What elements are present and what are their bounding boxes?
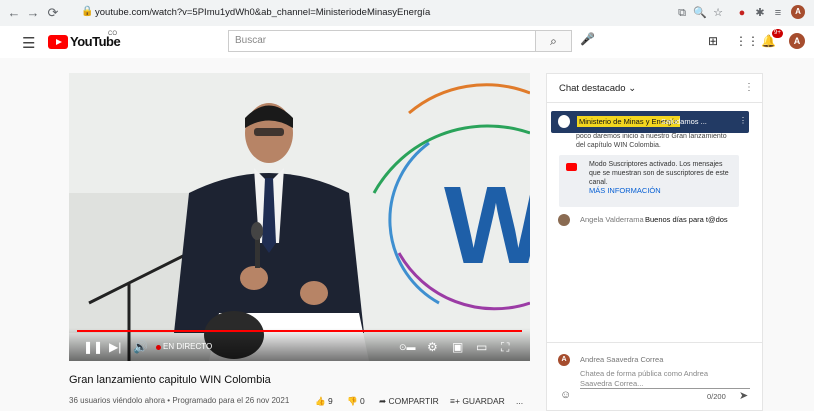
video-title: Gran lanzamiento capitulo WIN Colombia [69,374,271,386]
next-icon[interactable]: ▶| [109,340,121,354]
pinned-message-continuation: poco daremos inicio a nuestro Gran lanza… [576,133,727,149]
pause-icon[interactable]: ❚❚ [83,340,103,354]
notification-count-badge: 9+ [772,29,783,38]
divider [547,342,762,343]
video-player[interactable]: W ❚❚ ▶| 🔊 EN DIRECTO ⊙▬ ⚙ ▣ ▭ ⛶ [69,73,530,361]
avatar [558,214,570,226]
zoom-icon[interactable]: 🔍 [693,5,707,21]
extension-icon[interactable]: ● [735,5,749,21]
char-count: 0/200 [707,392,726,401]
search-placeholder: Buscar [235,35,267,46]
country-code: CO [108,31,117,37]
like-count: 9 [327,396,333,406]
dislike-count: 0 [359,396,365,406]
lock-icon: 🔒 [81,6,94,17]
live-chat-panel: Chat destacado ⌄ ⋮ poco daremos inicio a… [546,73,763,411]
apps-grid-icon[interactable]: ⋮⋮ [735,34,759,48]
chat-mode-dropdown[interactable]: Chat destacado ⌄ [559,83,636,94]
address-bar[interactable]: 🔒 youtube.com/watch?v=5PImu1ydWh0&ab_cha… [75,3,655,23]
dislike-button[interactable]: 👎 0 [347,396,365,407]
youtube-play-logo-icon [48,35,68,49]
progress-bar[interactable] [77,330,522,332]
volume-icon[interactable]: 🔊 [133,340,148,354]
reading-list-icon[interactable]: ≡ [771,5,785,21]
miniplayer-icon[interactable]: ▣ [452,340,463,354]
create-video-icon[interactable]: ⊞ [708,34,718,48]
live-label[interactable]: EN DIRECTO [163,342,212,351]
fullscreen-icon[interactable]: ⛶ [501,340,509,355]
youtube-logo[interactable]: YouTube CO [48,31,138,50]
browser-toolbar: ← → ⟳ 🔒 youtube.com/watch?v=5PImu1ydWh0&… [0,0,814,27]
chevron-down-icon: ⌄ [628,83,637,94]
settings-gear-icon[interactable]: ⚙ [427,340,438,354]
forward-icon[interactable]: → [26,5,40,21]
live-dot-icon [156,345,161,350]
search-input[interactable]: Buscar [228,30,536,52]
install-app-icon[interactable]: ⧉ [675,5,689,21]
microphone-icon[interactable]: 🎤 [580,32,595,46]
thumbs-down-icon: 👎 [347,396,358,406]
pinned-menu-icon[interactable]: ⋮ [739,116,747,125]
reload-icon[interactable]: ⟳ [46,5,60,21]
subscriber-mode-text: Modo Suscriptores activado. Los mensajes… [589,161,729,186]
chat-more-options-icon[interactable]: ⋮ [744,82,754,93]
back-icon[interactable]: ← [7,5,21,21]
youtube-header: ☰ YouTube CO Buscar ⌕ 🎤 ⊞ ⋮⋮ 🔔 9+ A [0,26,814,58]
playlist-add-icon: ≡+ [450,396,460,406]
video-frame: W [69,73,530,361]
subscriber-mode-notice: Modo Suscriptores activado. Los mensajes… [559,155,739,207]
pinned-text: Saludamos ... [661,117,707,126]
like-button[interactable]: 👍 9 [315,396,333,407]
bookmark-star-icon[interactable]: ☆ [711,5,725,21]
extensions-puzzle-icon[interactable]: ✱ [753,5,767,21]
more-actions-button[interactable]: ... [516,396,523,406]
autoplay-toggle[interactable]: ⊙▬ [399,342,416,353]
browser-profile-avatar[interactable]: A [791,5,805,19]
chat-input[interactable]: Chatea de forma pública como Andrea Saav… [580,369,730,389]
player-controls: ❚❚ ▶| 🔊 EN DIRECTO ⊙▬ ⚙ ▣ ▭ ⛶ [69,328,530,361]
account-avatar[interactable]: A [789,33,805,49]
video-overlay-letter: W [444,164,530,287]
chat-message-author: Angela Valderrama [580,215,644,224]
channel-avatar [558,115,570,128]
emoji-icon[interactable]: ☺ [560,389,571,401]
search-icon: ⌕ [550,34,557,48]
video-meta: 36 usuarios viéndolo ahora • Programado … [69,396,290,405]
user-name: Andrea Saavedra Correa [580,355,664,364]
save-button[interactable]: ≡+ GUARDAR [450,396,505,406]
url-text: youtube.com/watch?v=5PImu1ydWh0&ab_chann… [95,7,431,18]
divider [547,102,762,103]
share-icon: ➦ [379,396,387,406]
share-label: COMPARTIR [388,396,439,406]
chat-input-underline [580,388,750,389]
hamburger-menu-icon[interactable]: ☰ [22,34,35,52]
save-label: GUARDAR [462,396,505,406]
theater-mode-icon[interactable]: ▭ [476,340,487,354]
thumbs-up-icon: 👍 [315,396,326,406]
send-icon[interactable]: ➤ [739,389,748,402]
more-info-link[interactable]: MÁS INFORMACIÓN [589,186,661,195]
youtube-icon [566,163,577,171]
chat-message-text: Buenos días para t@dos [645,215,728,224]
search-button[interactable]: ⌕ [536,30,572,52]
share-button[interactable]: ➦ COMPARTIR [379,396,439,407]
user-avatar: A [558,354,570,366]
pinned-message-banner[interactable]: Ministerio de Minas y Energía Saludamos … [551,111,749,133]
chat-header-label: Chat destacado [559,83,626,94]
